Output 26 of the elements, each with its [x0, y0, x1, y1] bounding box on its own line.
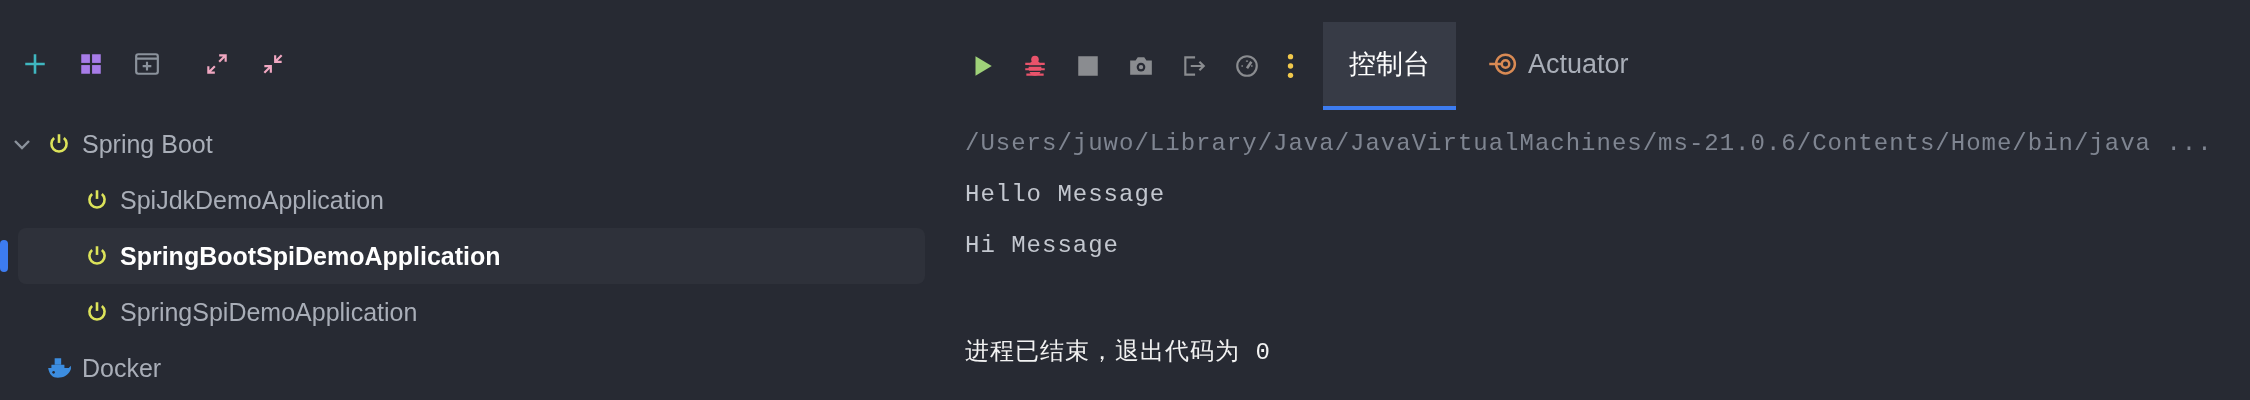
tree-item-label: SpringSpiDemoApplication: [120, 297, 418, 327]
tree-item[interactable]: SpringSpiDemoApplication: [0, 284, 925, 340]
add-icon: [22, 51, 48, 77]
stop-icon: [1075, 53, 1101, 79]
tree-item[interactable]: Spring Boot: [0, 116, 925, 172]
bug-icon: [1022, 53, 1048, 79]
tree-item-label: Docker: [82, 353, 162, 383]
expand-icon: [204, 51, 230, 77]
tab[interactable]: Actuator: [1462, 22, 1655, 110]
console-line: /Users/juwo/Library/Java/JavaVirtualMachines/ms-21.0.6/Contents/Home/bin/java ...: [965, 129, 2214, 159]
more-icon: [1287, 53, 1294, 79]
tree-item[interactable]: SpiJdkDemoApplication: [0, 172, 925, 228]
tree-item-label: Spring Boot: [82, 129, 213, 159]
tree-item-label: SpiJdkDemoApplication: [120, 185, 385, 215]
whale-icon: [46, 355, 72, 381]
tab[interactable]: 控制台: [1323, 22, 1456, 110]
new-tab-icon: [134, 51, 160, 77]
exit-icon: [1181, 53, 1207, 79]
selection-bar: [0, 240, 8, 272]
console-line: Hello Message: [965, 180, 1167, 210]
grid-icon: [78, 51, 104, 77]
gauge-icon: [1234, 53, 1260, 79]
tree-item[interactable]: Docker: [0, 340, 925, 396]
tree-item-label: SpringBootSpiDemoApplication: [120, 241, 501, 271]
console-line: 进程已结束，退出代码为 0: [965, 337, 1272, 368]
console-line: Hi Message: [965, 231, 1121, 261]
